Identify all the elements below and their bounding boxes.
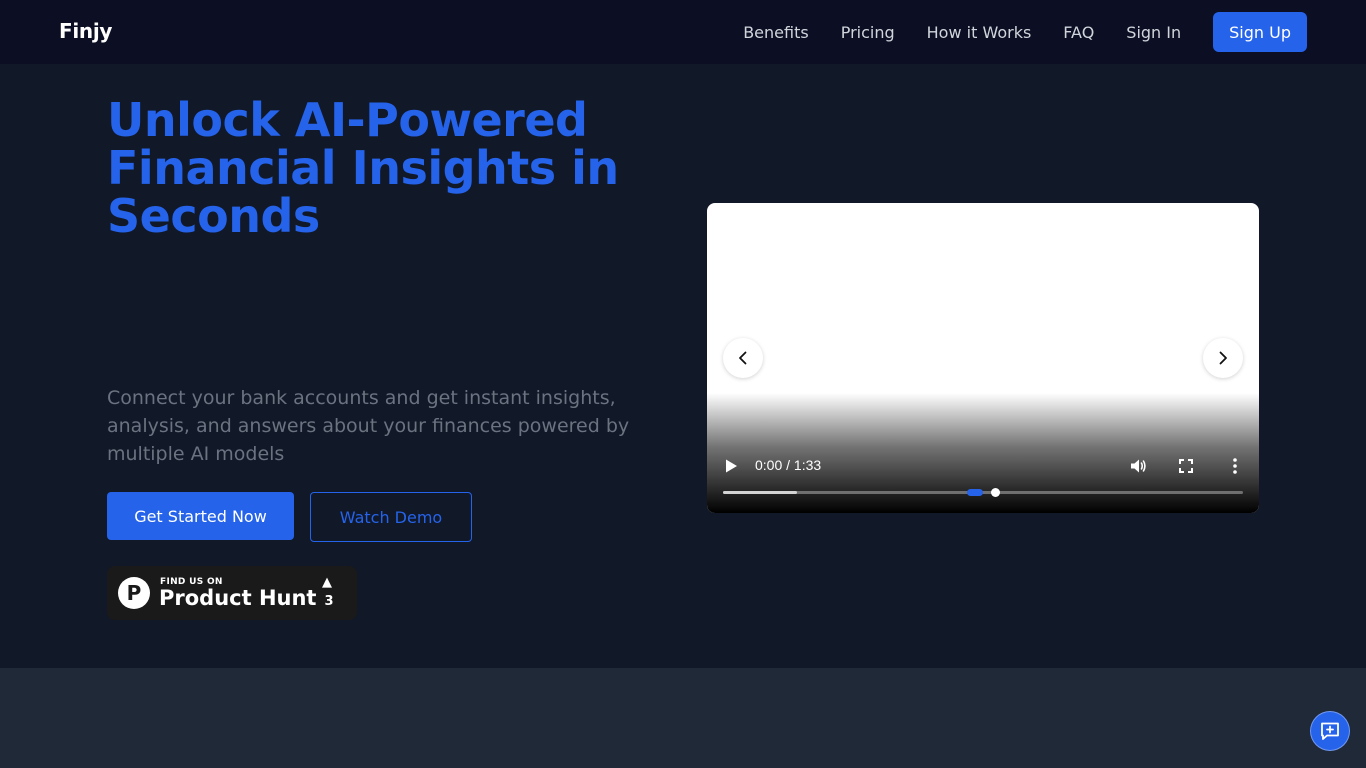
- chat-button[interactable]: [1310, 711, 1350, 751]
- upvote-triangle-icon: ▲: [322, 575, 332, 590]
- volume-icon[interactable]: [1129, 457, 1147, 475]
- chevron-left-icon: [739, 351, 747, 365]
- product-hunt-badge[interactable]: P FIND US ON Product Hunt ▲ 3: [107, 566, 357, 620]
- video-seek-bar[interactable]: [723, 488, 1243, 497]
- hero-section: Unlock AI-Powered Financial Insights in …: [0, 64, 1366, 668]
- nav-sign-in[interactable]: Sign In: [1126, 23, 1181, 42]
- nav-benefits[interactable]: Benefits: [743, 23, 809, 42]
- watch-demo-button[interactable]: Watch Demo: [310, 492, 472, 542]
- more-vertical-icon[interactable]: [1227, 457, 1243, 475]
- video-buffered-bar: [723, 491, 797, 494]
- nav-faq[interactable]: FAQ: [1063, 23, 1094, 42]
- nav-pricing[interactable]: Pricing: [841, 23, 895, 42]
- video-time: 0:00 / 1:33: [755, 457, 822, 473]
- chat-plus-icon: [1321, 722, 1339, 740]
- product-hunt-name: Product Hunt: [159, 586, 317, 610]
- nav-how-it-works[interactable]: How it Works: [927, 23, 1032, 42]
- hero-title: Unlock AI-Powered Financial Insights in …: [107, 93, 619, 243]
- video-controls-gradient: [707, 393, 1259, 513]
- get-started-button[interactable]: Get Started Now: [107, 492, 294, 540]
- seek-hover-indicator: [967, 489, 984, 496]
- play-icon[interactable]: [723, 458, 739, 474]
- top-navbar: Finjy Benefits Pricing How it Works FAQ …: [0, 0, 1366, 64]
- logo[interactable]: Finjy: [59, 19, 112, 43]
- upvote-count: 3: [324, 594, 334, 609]
- next-section: [0, 668, 1366, 768]
- carousel-next-button[interactable]: [1203, 338, 1243, 378]
- hero-subtitle: Connect your bank accounts and get insta…: [107, 387, 630, 465]
- demo-video-player[interactable]: 0:00 / 1:33: [707, 203, 1259, 513]
- chevron-right-icon: [1219, 351, 1227, 365]
- sign-up-button[interactable]: Sign Up: [1213, 12, 1307, 52]
- carousel-prev-button[interactable]: [723, 338, 763, 378]
- main-nav: Benefits Pricing How it Works FAQ Sign I…: [743, 12, 1307, 52]
- product-hunt-logo-icon: P: [118, 577, 150, 609]
- seek-knob[interactable]: [990, 488, 1000, 497]
- fullscreen-icon[interactable]: [1177, 457, 1195, 475]
